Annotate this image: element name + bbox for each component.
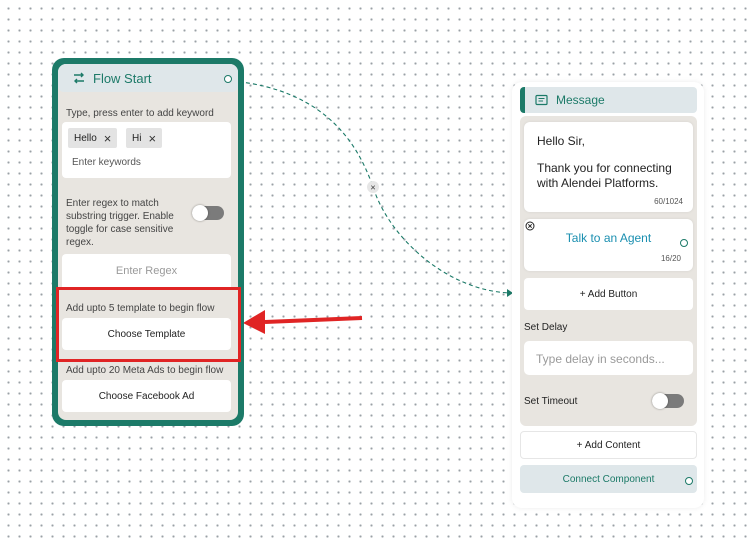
keyword-input-box[interactable]: Hello × Hi × Enter keywords bbox=[62, 122, 231, 178]
set-timeout-label: Set Timeout bbox=[524, 396, 578, 407]
keyword-input[interactable]: Enter keywords bbox=[72, 157, 141, 168]
delay-input[interactable]: Type delay in seconds... bbox=[524, 341, 693, 375]
quick-reply-label: Talk to an Agent bbox=[565, 231, 652, 245]
regex-hint: Enter regex to match substring trigger. … bbox=[66, 198, 174, 248]
quick-reply-button-card[interactable]: Talk to an Agent 16/20 bbox=[524, 219, 693, 271]
close-icon[interactable]: × bbox=[104, 132, 112, 145]
case-sensitive-toggle[interactable] bbox=[192, 205, 224, 221]
keyword-hint: Type, press enter to add keyword bbox=[66, 108, 214, 119]
delay-placeholder: Type delay in seconds... bbox=[536, 352, 665, 366]
message-text-line1: Hello Sir, bbox=[537, 134, 586, 148]
flow-start-node[interactable]: Flow Start Type, press enter to add keyw… bbox=[52, 58, 244, 426]
connect-component-label: Connect Component bbox=[562, 473, 655, 485]
set-delay-label: Set Delay bbox=[524, 322, 568, 333]
connect-component-port[interactable] bbox=[685, 477, 693, 485]
regex-input[interactable]: Enter Regex bbox=[62, 254, 231, 288]
keyword-chip-hello: Hello × bbox=[68, 128, 118, 148]
toggle-knob bbox=[652, 393, 668, 409]
keyword-chip-label: Hi bbox=[132, 132, 142, 144]
quick-reply-counter: 16/20 bbox=[660, 254, 681, 263]
template-highlight-box bbox=[56, 287, 241, 362]
close-icon[interactable]: × bbox=[148, 132, 156, 145]
message-icon bbox=[535, 94, 548, 105]
pointer-arrow-head bbox=[243, 310, 265, 334]
message-text-line2: Thank you for connecting with Alendei Pl… bbox=[537, 161, 672, 190]
connect-component-button[interactable]: Connect Component bbox=[520, 465, 697, 493]
message-char-counter: 60/1024 bbox=[654, 197, 683, 206]
flow-start-header[interactable]: Flow Start bbox=[58, 64, 238, 92]
flow-start-output-port[interactable] bbox=[224, 75, 232, 83]
timeout-toggle[interactable] bbox=[652, 393, 684, 409]
add-button-button[interactable]: + Add Button bbox=[524, 278, 693, 310]
keyword-chip-label: Hello bbox=[74, 132, 97, 144]
message-body: Hello Sir, Thank you for connecting with… bbox=[520, 116, 697, 426]
keyword-chip-hi: Hi × bbox=[126, 128, 163, 148]
quick-reply-output-port[interactable] bbox=[680, 239, 688, 247]
remove-circle-icon[interactable] bbox=[525, 221, 535, 231]
message-text-card[interactable]: Hello Sir, Thank you for connecting with… bbox=[524, 122, 693, 212]
message-node[interactable]: Message Hello Sir, Thank you for connect… bbox=[512, 82, 704, 508]
choose-facebook-ad-button[interactable]: Choose Facebook Ad bbox=[62, 380, 231, 412]
flow-start-title: Flow Start bbox=[93, 70, 152, 86]
edge-delete-icon: × bbox=[370, 183, 375, 193]
add-content-button[interactable]: + Add Content bbox=[520, 431, 697, 459]
regex-placeholder: Enter Regex bbox=[115, 265, 178, 277]
flow-start-panel: Flow Start Type, press enter to add keyw… bbox=[58, 64, 238, 420]
message-title: Message bbox=[556, 93, 605, 107]
pointer-arrow-shaft bbox=[264, 316, 363, 324]
meta-ads-hint: Add upto 20 Meta Ads to begin flow bbox=[66, 365, 224, 376]
toggle-knob bbox=[192, 205, 208, 221]
message-header[interactable]: Message bbox=[520, 87, 697, 113]
flow-switch-icon bbox=[74, 72, 84, 84]
